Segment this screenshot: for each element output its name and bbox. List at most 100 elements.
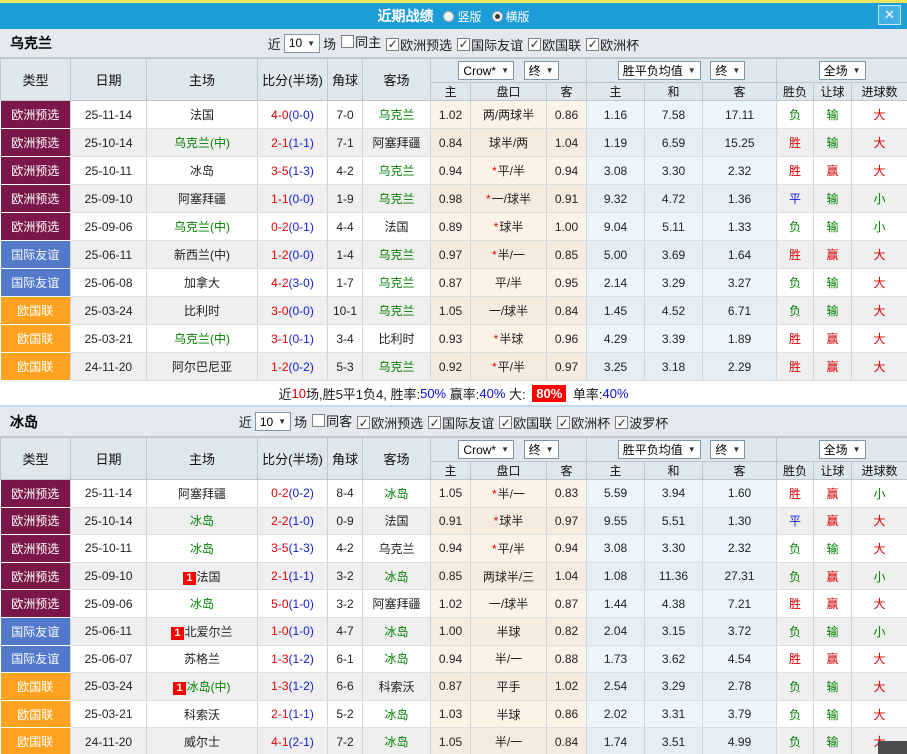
- corner-score: 3-2: [327, 589, 363, 618]
- summary-segment: 场,胜5平1负4, 胜率:: [305, 386, 421, 402]
- match-date: 24-11-20: [70, 727, 147, 754]
- vertical-label: 竖版: [457, 9, 482, 24]
- home-odds: 0.85: [430, 562, 471, 591]
- corner-score: 0-9: [327, 507, 363, 536]
- league-filter-checkbox[interactable]: ✓ 欧洲预选: [357, 413, 423, 432]
- avg-mode-select[interactable]: 胜平负均值 ▼: [617, 61, 701, 80]
- caret-icon: ▼: [732, 66, 741, 75]
- handicap: 两球半/三: [470, 562, 547, 591]
- home-team: 威尔士: [146, 727, 258, 754]
- league-filter-checkbox[interactable]: ✓ 欧洲预选: [386, 35, 452, 54]
- result-goals: 小: [851, 184, 907, 213]
- checkbox-group: 同主 ✓ 欧洲预选 ✓ 国际友谊 ✓ 欧国联 ✓ 欧洲杯: [336, 32, 639, 54]
- col-avg-draw: 和: [644, 461, 703, 480]
- match-date: 25-09-06: [70, 589, 147, 618]
- avg-draw: 3.30: [644, 534, 703, 563]
- matches-body: 欧洲预选 25-11-14 阿塞拜疆 0-2(0-2) 8-4 冰岛 1.05 *半/一 0.8…: [0, 479, 907, 754]
- col-winloss: 胜负: [776, 461, 815, 480]
- summary-segment: 80%: [532, 384, 567, 402]
- same-venue-checkbox[interactable]: 同主: [341, 32, 381, 51]
- same-venue-checkbox[interactable]: 同客: [312, 411, 352, 430]
- away-odds: 1.04: [546, 128, 587, 157]
- match-score: 1-3(1-2): [257, 645, 328, 674]
- caret-icon: ▼: [307, 38, 316, 48]
- rank-badge: 1: [171, 626, 184, 640]
- home-team: 1 冰岛(中): [146, 672, 258, 701]
- col-corner: 角球: [327, 437, 363, 480]
- full-match-select[interactable]: 全场 ▼: [818, 61, 866, 80]
- avg-mode-select[interactable]: 胜平负均值 ▼: [617, 440, 701, 459]
- result-winloss: 胜: [776, 352, 815, 381]
- home-team: 法国: [146, 100, 258, 129]
- result-goals: 大: [851, 700, 907, 729]
- handicap: 一/球半: [470, 296, 547, 325]
- result-winloss: 负: [776, 562, 815, 591]
- league-filter-checkbox[interactable]: ✓ 欧国联: [528, 35, 581, 54]
- handicap: 平/半: [470, 268, 547, 297]
- result-winloss: 胜: [776, 324, 815, 353]
- radio-unselected-icon: [443, 10, 455, 22]
- match-date: 25-11-14: [70, 100, 147, 129]
- result-goals: 大: [851, 240, 907, 269]
- league-filter-checkbox[interactable]: ✓ 国际友谊: [428, 413, 494, 432]
- close-icon[interactable]: ✕: [878, 5, 901, 25]
- recent-results-panel: 近期战绩 竖版 横版 ✕ 乌克兰 近 10 ▼ 场 同主 ✓ 欧洲预选 ✓ 国际友谊 ✓ 欧…: [0, 0, 907, 754]
- avg-draw: 3.30: [644, 156, 703, 185]
- full-match-select[interactable]: 全场 ▼: [818, 440, 866, 459]
- avg-draw: 3.31: [644, 700, 703, 729]
- match-score: 0-2(0-2): [257, 479, 328, 508]
- handicap: 两/两球半: [470, 100, 547, 129]
- corner-score: 7-1: [327, 128, 363, 157]
- bookmaker-select[interactable]: Crow* ▼: [458, 61, 515, 81]
- col-goals: 进球数: [851, 82, 907, 101]
- avg-final-select[interactable]: 终 ▼: [710, 440, 746, 459]
- matches-table: 类型 日期 主场 比分(半场) 角球 客场 Crow* ▼ 终 ▼ 胜平负均值 ▼ 终…: [0, 437, 907, 754]
- home-odds: 0.89: [430, 212, 471, 241]
- match-date: 25-09-06: [70, 212, 147, 241]
- league-filter-checkbox[interactable]: ✓ 国际友谊: [457, 35, 523, 54]
- match-type-badge: 欧洲预选: [0, 184, 71, 213]
- handicap: 球半/两: [470, 128, 547, 157]
- avg-home: 1.45: [586, 296, 645, 325]
- col-date: 日期: [70, 437, 147, 480]
- match-score: 3-0(0-0): [257, 296, 328, 325]
- league-filter-checkbox[interactable]: ✓ 欧国联: [499, 413, 552, 432]
- match-type-badge: 欧国联: [0, 352, 71, 381]
- match-count-select[interactable]: 10 ▼: [254, 412, 292, 431]
- away-team: 乌克兰: [362, 352, 431, 381]
- home-team: 乌克兰(中): [146, 212, 258, 241]
- result-handicap: 输: [813, 534, 853, 563]
- avg-final-select[interactable]: 终 ▼: [710, 61, 746, 80]
- corner-score: 4-2: [327, 534, 363, 563]
- league-filter-checkbox[interactable]: ✓ 波罗杯: [615, 413, 668, 432]
- checkbox-label: 欧洲杯: [571, 416, 611, 432]
- avg-draw: 3.39: [644, 324, 703, 353]
- avg-home: 2.04: [586, 617, 645, 646]
- handicap: 半球: [470, 617, 547, 646]
- match-score: 1-3(1-2): [257, 672, 328, 701]
- match-count-select[interactable]: 10 ▼: [283, 33, 321, 53]
- odds-final-select[interactable]: 终 ▼: [523, 439, 559, 459]
- avg-away: 2.78: [702, 672, 778, 701]
- match-score: 0-2(0-1): [257, 212, 328, 241]
- corner-score: 5-3: [327, 352, 363, 381]
- home-team: 乌克兰(中): [146, 128, 258, 157]
- league-filter-checkbox[interactable]: ✓ 欧洲杯: [586, 35, 639, 54]
- result-winloss: 负: [776, 268, 815, 297]
- col-type: 类型: [0, 437, 71, 480]
- layout-vertical-radio[interactable]: 竖版: [443, 8, 482, 25]
- odds-final-select[interactable]: 终 ▼: [523, 60, 559, 80]
- away-team: 冰岛: [362, 645, 431, 674]
- avg-home: 4.29: [586, 324, 645, 353]
- home-team: 冰岛: [146, 589, 258, 618]
- checkbox-label: 欧国联: [513, 416, 553, 432]
- bookmaker-select[interactable]: Crow* ▼: [458, 440, 515, 460]
- result-handicap: 赢: [813, 507, 853, 536]
- col-odds-home: 主: [430, 82, 471, 101]
- league-filter-checkbox[interactable]: ✓ 欧洲杯: [557, 413, 610, 432]
- star-icon: *: [493, 332, 499, 346]
- avg-away: 3.27: [702, 268, 778, 297]
- result-handicap: 输: [813, 296, 853, 325]
- handicap: 半球: [470, 700, 547, 729]
- layout-horizontal-radio[interactable]: 横版: [491, 8, 530, 25]
